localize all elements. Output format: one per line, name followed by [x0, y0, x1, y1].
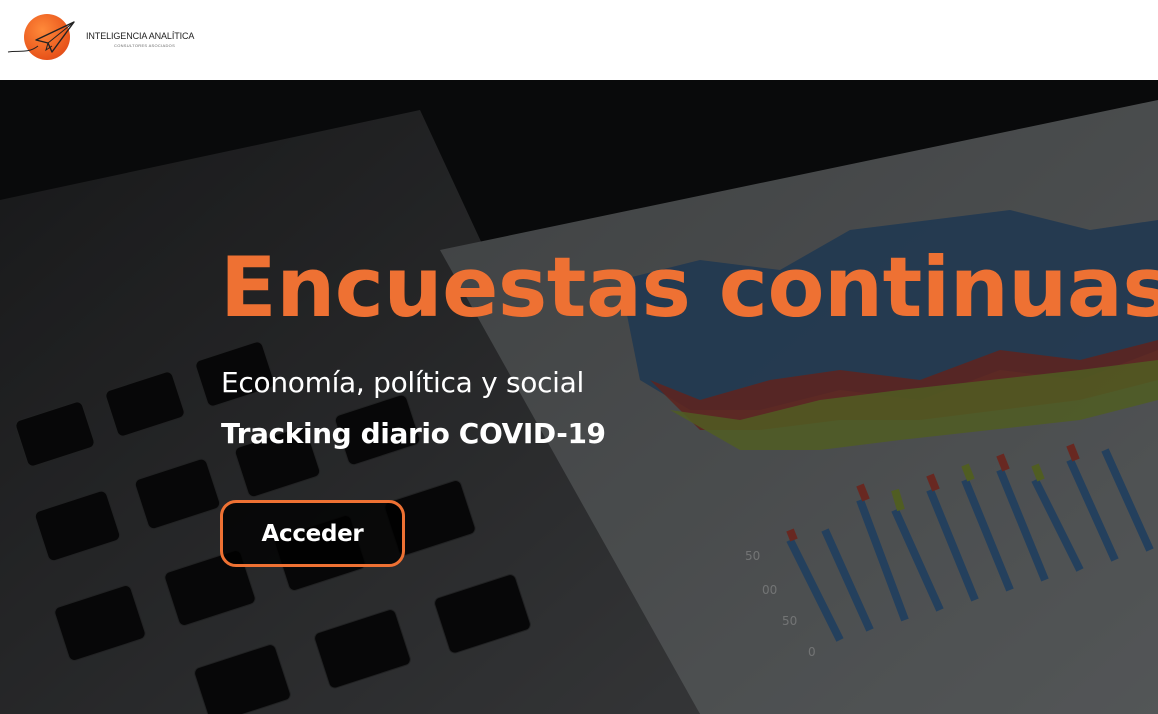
site-header: INTELIGENCIA ANALÍTICA CONSULTORES ASOCI… [0, 0, 1158, 80]
hero-highlight: Tracking diario COVID-19 [221, 417, 606, 450]
site-logo[interactable]: INTELIGENCIA ANALÍTICA CONSULTORES ASOCI… [6, 12, 194, 62]
acceder-button[interactable]: Acceder [220, 500, 405, 567]
hero-banner: 50 00 50 0 Encuestas continuas Economía,… [0, 80, 1158, 714]
logo-title: INTELIGENCIA ANALÍTICA [86, 31, 195, 41]
paper-plane-icon [7, 21, 75, 53]
logo-tagline: CONSULTORES ASOCIADOS [114, 43, 176, 48]
hero-title: Encuestas continuas [220, 239, 1158, 336]
hero-subtitle: Economía, política y social [221, 366, 584, 399]
